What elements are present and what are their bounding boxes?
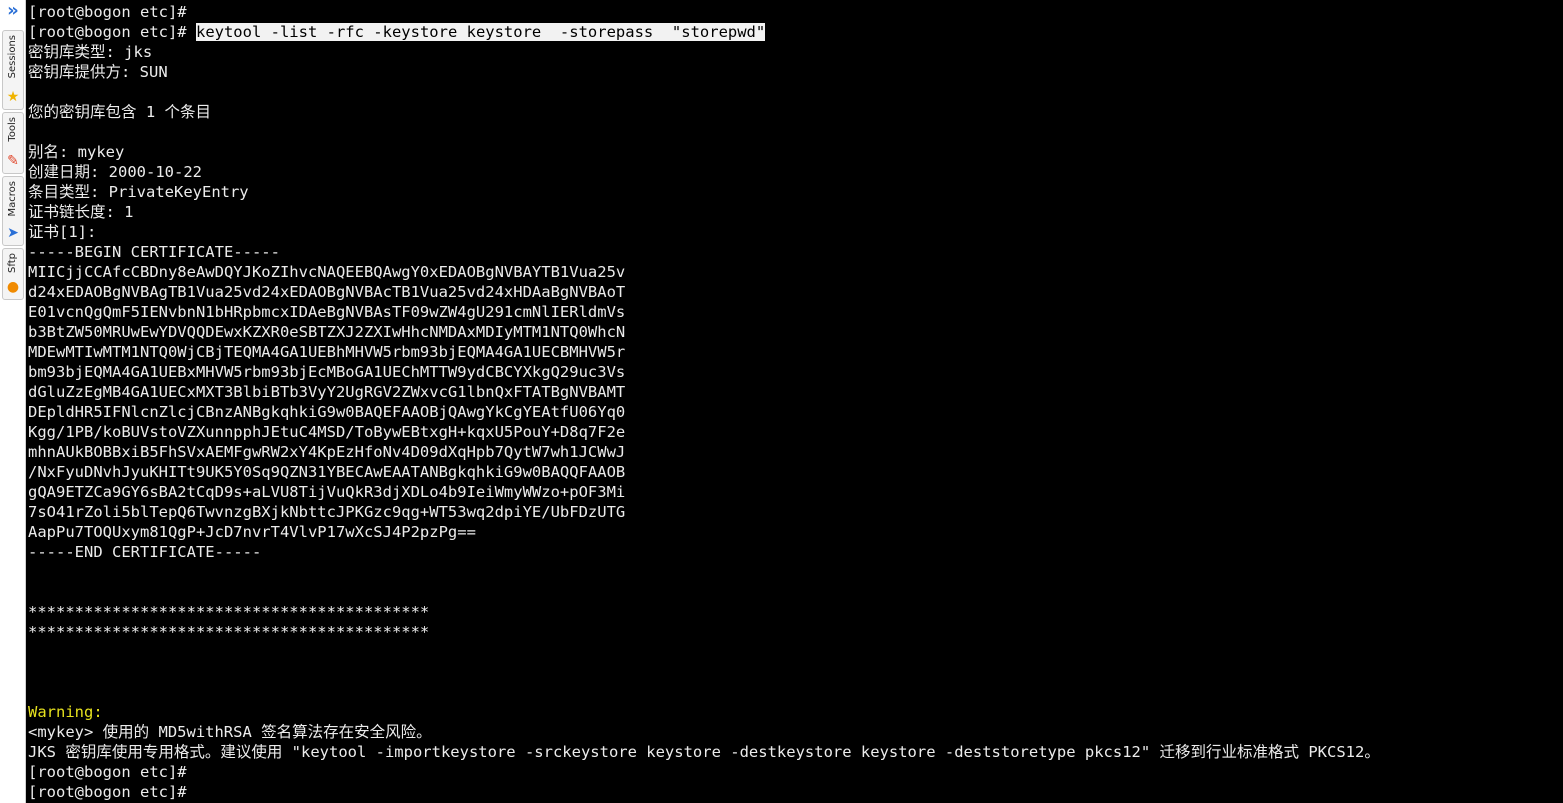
terminal-line: MDEwMTIwMTM1NTQ0WjCBjTEQMA4GA1UEBhMHVW5r… [28, 342, 1380, 362]
output-text: -----END CERTIFICATE----- [28, 543, 262, 561]
output-text: AapPu7TOQUxym81QgP+JcD7nvrT4VlvP17wXcSJ4… [28, 523, 476, 541]
tab-macros-label: Macros [7, 181, 18, 217]
output-text: ****************************************… [28, 623, 430, 641]
terminal-line: 证书[1]: [28, 222, 1380, 242]
output-text: b3BtZW50MRUwEwYDVQQDEwxKZXR0eSBTZXJ2ZXIw… [28, 323, 626, 341]
output-text: 条目类型: PrivateKeyEntry [28, 183, 249, 201]
tab-macros[interactable]: Macros ➤ [2, 176, 24, 246]
output-text: MDEwMTIwMTM1NTQ0WjCBjTEQMA4GA1UEBhMHVW5r… [28, 343, 626, 361]
output-text: 证书[1]: [28, 223, 97, 241]
output-text: gQA9ETZCa9GY6sBA2tCqD9s+aLVU8TijVuQkR3dj… [28, 483, 626, 501]
terminal-line: d24xEDAOBgNVBAgTB1Vua25vd24xEDAOBgNVBAcT… [28, 282, 1380, 302]
terminal-line: [root@bogon etc]# [28, 2, 1380, 22]
terminal-line: DEpldHR5IFNlcnZlcjCBnzANBgkqhkiG9w0BAQEF… [28, 402, 1380, 422]
output-text: 证书链长度: 1 [28, 203, 134, 221]
output-text: 密钥库类型: jks [28, 43, 153, 61]
output-text: 密钥库提供方: SUN [28, 63, 168, 81]
output-text: [root@bogon etc]# [28, 763, 187, 781]
output-text: 7sO41rZoli5blTepQ6TwvnzgBXjkNbttcJPKGzc9… [28, 503, 626, 521]
app-window: » Sessions ★ Tools ✎ Macros ➤ Sftp ● [ro… [0, 0, 1563, 803]
output-text: 创建日期: 2000-10-22 [28, 163, 202, 181]
terminal-line: [root@bogon etc]# keytool -list -rfc -ke… [28, 22, 1380, 42]
terminal-line: AapPu7TOQUxym81QgP+JcD7nvrT4VlvP17wXcSJ4… [28, 522, 1380, 542]
terminal-output[interactable]: [root@bogon etc]# [root@bogon etc]# keyto… [26, 0, 1563, 803]
terminal-line: 证书链长度: 1 [28, 202, 1380, 222]
output-text: <mykey> 使用的 MD5withRSA 签名算法存在安全风险。 [28, 723, 432, 741]
output-text: d24xEDAOBgNVBAgTB1Vua25vd24xEDAOBgNVBAcT… [28, 283, 626, 301]
output-text: Kgg/1PB/koBUVstoVZXunnpphJEtuC4MSD/ToByw… [28, 423, 626, 441]
terminal-line: 您的密钥库包含 1 个条目 [28, 102, 1380, 122]
terminal-line: 别名: mykey [28, 142, 1380, 162]
terminal-line: <mykey> 使用的 MD5withRSA 签名算法存在安全风险。 [28, 722, 1380, 742]
tab-tools[interactable]: Tools ✎ [2, 112, 24, 174]
output-text: 别名: mykey [28, 143, 125, 161]
terminal-line: 密钥库提供方: SUN [28, 62, 1380, 82]
tab-sessions-label: Sessions [7, 35, 18, 79]
output-text: E01vcnQgQmF5IENvbnN1bHRpbmcxIDAeBgNVBAsT… [28, 303, 626, 321]
output-text: DEpldHR5IFNlcnZlcjCBnzANBgkqhkiG9w0BAQEF… [28, 403, 626, 421]
output-text: 您的密钥库包含 1 个条目 [28, 103, 211, 121]
double-chevron-right-icon[interactable]: » [4, 2, 22, 20]
tab-sftp-label: Sftp [7, 253, 18, 273]
terminal-line: ****************************************… [28, 622, 1380, 642]
output-text: mhnAUkBOBBxiB5FhSVxAEMFgwRW2xY4KpEzHfoNv… [28, 443, 626, 461]
terminal-line: 7sO41rZoli5blTepQ6TwvnzgBXjkNbttcJPKGzc9… [28, 502, 1380, 522]
terminal-line: ****************************************… [28, 602, 1380, 622]
terminal-line: Kgg/1PB/koBUVstoVZXunnpphJEtuC4MSD/ToByw… [28, 422, 1380, 442]
terminal-line: b3BtZW50MRUwEwYDVQQDEwxKZXR0eSBTZXJ2ZXIw… [28, 322, 1380, 342]
terminal-line: [root@bogon etc]# [28, 782, 1380, 802]
terminal-line: E01vcnQgQmF5IENvbnN1bHRpbmcxIDAeBgNVBAsT… [28, 302, 1380, 322]
terminal-line: dGluZzEgMB4GA1UECxMXT3BlbiBTb3VyY2UgRGV2… [28, 382, 1380, 402]
terminal-line: 创建日期: 2000-10-22 [28, 162, 1380, 182]
output-text: MIICjjCCAfcCBDny8eAwDQYJKoZIhvcNAQEEBQAw… [28, 263, 626, 281]
paper-plane-icon: ➤ [7, 225, 19, 241]
tools-icon: ✎ [7, 153, 19, 169]
terminal-line: Warning: [28, 702, 1380, 722]
tab-sftp[interactable]: Sftp ● [2, 248, 24, 300]
terminal-line: 条目类型: PrivateKeyEntry [28, 182, 1380, 202]
output-text: bm93bjEQMA4GA1UEBxMHVW5rbm93bjEcMBoGA1UE… [28, 363, 626, 381]
output-text: /NxFyuDNvhJyuKHITt9UK5Y0Sq9QZN31YBECAwEA… [28, 463, 626, 481]
terminal-line: JKS 密钥库使用专用格式。建议使用 "keytool -importkeyst… [28, 742, 1380, 762]
output-text: [root@bogon etc]# [28, 783, 187, 801]
output-text: dGluZzEgMB4GA1UECxMXT3BlbiBTb3VyY2UgRGV2… [28, 383, 626, 401]
output-text: -----BEGIN CERTIFICATE----- [28, 243, 280, 261]
terminal-line: gQA9ETZCa9GY6sBA2tCqD9s+aLVU8TijVuQkR3dj… [28, 482, 1380, 502]
output-text: ****************************************… [28, 603, 430, 621]
shell-prompt: [root@bogon etc]# [28, 23, 196, 41]
terminal-line: -----END CERTIFICATE----- [28, 542, 1380, 562]
side-dock: » Sessions ★ Tools ✎ Macros ➤ Sftp ● [0, 0, 26, 803]
sftp-icon: ● [6, 279, 20, 295]
terminal-line: -----BEGIN CERTIFICATE----- [28, 242, 1380, 262]
tab-tools-label: Tools [7, 117, 18, 142]
terminal-line: 密钥库类型: jks [28, 42, 1380, 62]
terminal-line: /NxFyuDNvhJyuKHITt9UK5Y0Sq9QZN31YBECAwEA… [28, 462, 1380, 482]
terminal-lines: [root@bogon etc]# [root@bogon etc]# keyto… [28, 2, 1380, 802]
selected-command[interactable]: keytool -list -rfc -keystore keystore -s… [195, 23, 766, 41]
output-text: JKS 密钥库使用专用格式。建议使用 "keytool -importkeyst… [28, 743, 1380, 761]
warning-label: Warning: [28, 703, 103, 721]
terminal-line: [root@bogon etc]# [28, 762, 1380, 782]
terminal-line: MIICjjCCAfcCBDny8eAwDQYJKoZIhvcNAQEEBQAw… [28, 262, 1380, 282]
output-text: [root@bogon etc]# [28, 3, 187, 21]
star-icon: ★ [6, 89, 20, 105]
tab-sessions[interactable]: Sessions ★ [2, 30, 24, 110]
terminal-line: bm93bjEQMA4GA1UEBxMHVW5rbm93bjEcMBoGA1UE… [28, 362, 1380, 382]
terminal-line: mhnAUkBOBBxiB5FhSVxAEMFgwRW2xY4KpEzHfoNv… [28, 442, 1380, 462]
